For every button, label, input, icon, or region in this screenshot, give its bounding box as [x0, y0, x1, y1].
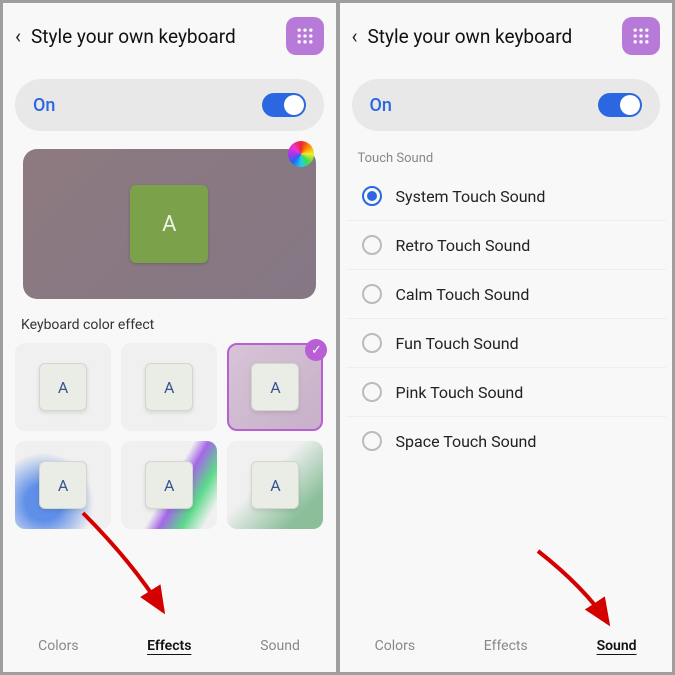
effect-option-5[interactable]: A: [121, 441, 217, 529]
grid-menu-button[interactable]: [622, 17, 660, 55]
grid-menu-button[interactable]: [286, 17, 324, 55]
radio-icon: [362, 431, 382, 451]
effect-key: A: [251, 461, 299, 509]
header: ‹ Style your own keyboard: [340, 3, 673, 65]
touch-sound-list: System Touch Sound Retro Touch Sound Cal…: [340, 172, 673, 465]
grid-icon: [631, 26, 651, 46]
grid-icon: [295, 26, 315, 46]
tab-sound[interactable]: Sound: [561, 630, 672, 662]
sound-option-fun[interactable]: Fun Touch Sound: [346, 319, 667, 368]
radio-label: Fun Touch Sound: [396, 334, 519, 353]
sound-option-retro[interactable]: Retro Touch Sound: [346, 221, 667, 270]
effect-key: A: [145, 461, 193, 509]
tab-bar: Colors Effects Sound: [3, 622, 336, 672]
back-icon[interactable]: ‹: [352, 24, 358, 48]
screen-sound: ‹ Style your own keyboard On Touch Sound…: [340, 3, 673, 672]
radio-label: Calm Touch Sound: [396, 285, 530, 304]
sound-option-space[interactable]: Space Touch Sound: [346, 417, 667, 465]
screen-effects: ‹ Style your own keyboard On A Keyboard …: [3, 3, 336, 672]
preview-key: A: [130, 185, 208, 263]
tab-bar: Colors Effects Sound: [340, 622, 673, 672]
keyboard-preview: A: [23, 149, 316, 299]
radio-icon: [362, 333, 382, 353]
effect-grid: A A A ✓ A A A: [3, 343, 336, 529]
color-wheel-icon[interactable]: [288, 141, 314, 167]
toggle-switch[interactable]: [262, 93, 306, 117]
effect-option-1[interactable]: A: [15, 343, 111, 431]
effect-key: A: [251, 363, 299, 411]
check-icon: ✓: [305, 339, 327, 361]
radio-icon: [362, 284, 382, 304]
sound-option-system[interactable]: System Touch Sound: [346, 172, 667, 221]
page-title: Style your own keyboard: [368, 25, 612, 48]
toggle-switch[interactable]: [598, 93, 642, 117]
effect-key: A: [39, 461, 87, 509]
tab-effects[interactable]: Effects: [114, 630, 225, 662]
tab-colors[interactable]: Colors: [3, 630, 114, 662]
tab-colors[interactable]: Colors: [340, 630, 451, 662]
on-toggle-row[interactable]: On: [352, 79, 661, 131]
tab-effects[interactable]: Effects: [450, 630, 561, 662]
sound-section-label: Touch Sound: [340, 131, 673, 172]
radio-icon: [362, 186, 382, 206]
effect-key: A: [145, 363, 193, 411]
back-icon[interactable]: ‹: [15, 24, 21, 48]
effect-option-3[interactable]: A ✓: [227, 343, 323, 431]
radio-label: Space Touch Sound: [396, 432, 537, 451]
page-title: Style your own keyboard: [31, 25, 275, 48]
on-toggle-row[interactable]: On: [15, 79, 324, 131]
tab-sound[interactable]: Sound: [225, 630, 336, 662]
radio-label: Pink Touch Sound: [396, 383, 524, 402]
radio-label: Retro Touch Sound: [396, 236, 531, 255]
effect-option-6[interactable]: A: [227, 441, 323, 529]
radio-icon: [362, 235, 382, 255]
radio-label: System Touch Sound: [396, 187, 546, 206]
effect-option-2[interactable]: A: [121, 343, 217, 431]
header: ‹ Style your own keyboard: [3, 3, 336, 65]
effect-option-4[interactable]: A: [15, 441, 111, 529]
keyboard-preview-wrap: A: [3, 131, 336, 299]
effects-section-label: Keyboard color effect: [3, 299, 336, 343]
on-label: On: [370, 95, 392, 116]
radio-icon: [362, 382, 382, 402]
sound-option-calm[interactable]: Calm Touch Sound: [346, 270, 667, 319]
effect-key: A: [39, 363, 87, 411]
on-label: On: [33, 95, 55, 116]
sound-option-pink[interactable]: Pink Touch Sound: [346, 368, 667, 417]
